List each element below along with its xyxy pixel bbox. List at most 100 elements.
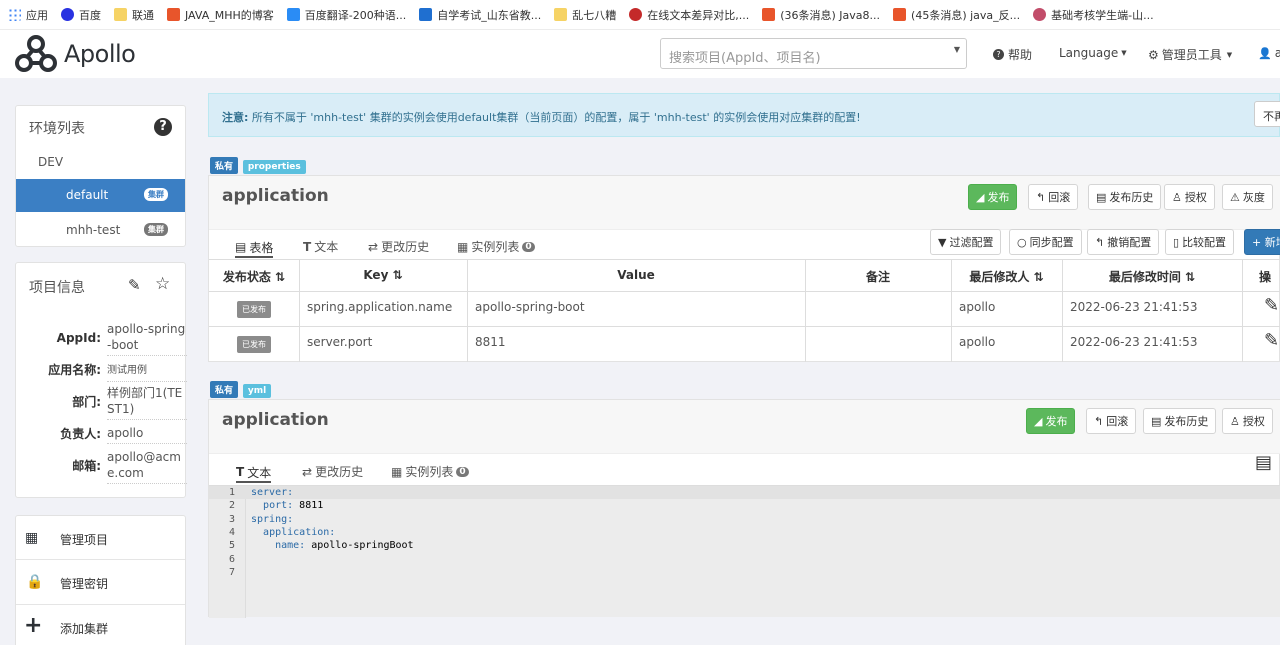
sort-icon: ⇅ xyxy=(1033,270,1044,284)
bookmark-student[interactable]: 基础考核学生端-山... xyxy=(1033,7,1154,23)
gray-release-button[interactable]: ⚠ 灰度 xyxy=(1222,184,1273,210)
tab-history[interactable]: ⇄ 更改历史 xyxy=(368,238,429,255)
private-tag: 私有 xyxy=(210,157,239,174)
sync-config-button[interactable]: ○ 同步配置 xyxy=(1009,229,1082,255)
star-icon[interactable]: ☆ xyxy=(155,274,170,294)
authorize-button[interactable]: ♙ 授权 xyxy=(1222,408,1273,434)
manage-project-item[interactable]: ▦ 管理项目 xyxy=(16,516,185,560)
line-number: 7 xyxy=(228,566,235,578)
swap-icon: ⇄ xyxy=(302,464,313,479)
row-key: spring.application.name xyxy=(307,300,453,314)
tab-table[interactable]: ▤ 表格 xyxy=(235,238,274,258)
line-number: 5 xyxy=(228,540,235,552)
release-history-button[interactable]: ▤ 发布历史 xyxy=(1088,184,1162,210)
bookmark-diff[interactable]: 在线文本差异对比,... xyxy=(629,7,749,23)
private-tag: 私有 xyxy=(210,381,239,398)
baidu-paw-icon xyxy=(61,8,74,21)
cluster-notice: 注意: 所有不属于 'mhh-test' 集群的实例会使用default集群（当… xyxy=(208,93,1280,137)
csdn-icon xyxy=(167,8,180,21)
col-comment: 备注 xyxy=(865,270,890,284)
namespace-panel-yml: application ◢ 发布 ↰ 回滚 ▤ 发布历史 ♙ 授权 T 文本 ⇄ 更改历史 … xyxy=(208,399,1280,618)
line-number: 4 xyxy=(228,526,235,538)
text-icon: T xyxy=(303,239,312,254)
apollo-logo[interactable]: Apollo xyxy=(14,33,136,75)
project-info-panel: 项目信息 ✎ ☆ AppId: apollo-spring-boot 应用名称:… xyxy=(15,262,187,498)
email-label: 邮箱: xyxy=(72,459,101,473)
send-icon: ◢ xyxy=(976,190,985,204)
bookmark-translate[interactable]: 百度翻译-200种语... xyxy=(286,7,406,23)
help-link[interactable]: ? 帮助 xyxy=(993,46,1032,63)
admin-tools-dropdown[interactable]: ⚙ 管理员工具 ▼ xyxy=(1148,46,1232,63)
add-config-button[interactable]: + 新增 xyxy=(1244,229,1280,255)
row-modifier: apollo xyxy=(959,300,996,314)
publish-button[interactable]: ◢ 发布 xyxy=(968,184,1018,210)
edge-e-icon xyxy=(419,8,433,21)
diff-icon xyxy=(629,8,643,21)
bookmark-baidu[interactable]: 百度 xyxy=(61,7,101,23)
send-icon: ◢ xyxy=(1034,414,1043,428)
bookmark-apps[interactable]: 应用 xyxy=(8,7,48,23)
bookmark-misc-folder[interactable]: 乱七八糟 xyxy=(554,7,616,23)
tab-text[interactable]: T 文本 xyxy=(303,238,338,255)
env-dev[interactable]: DEV xyxy=(38,155,63,169)
filter-config-button[interactable]: ▼ 过滤配置 xyxy=(930,229,1002,255)
code-line: port: 8811 xyxy=(263,500,324,512)
project-search-select[interactable]: 搜索项目(AppId、项目名) ▼ xyxy=(660,38,967,69)
bookmark-java8[interactable]: (36条消息) Java8... xyxy=(762,7,880,23)
authorize-button[interactable]: ♙ 授权 xyxy=(1164,184,1215,210)
user-menu[interactable]: 👤 a xyxy=(1258,46,1280,60)
col-status[interactable]: 发布状态 ⇅ xyxy=(209,268,299,285)
line-number: 1 xyxy=(228,487,235,498)
env-list-title: 环境列表 xyxy=(29,121,85,137)
compare-config-button[interactable]: ▯ 比较配置 xyxy=(1165,229,1235,255)
yaml-editor[interactable]: 1 server: 2 port: 8811 3 spring: 4 applicatio… xyxy=(209,485,1280,618)
cluster-item-default[interactable]: default 集群 xyxy=(16,179,185,212)
folder-icon xyxy=(114,8,127,21)
bookmark-exam[interactable]: 自学考试_山东省教... xyxy=(419,7,541,23)
revoke-config-button[interactable]: ↰ 撤销配置 xyxy=(1087,229,1160,255)
code-line: spring: xyxy=(251,513,294,525)
dismiss-notice-button[interactable]: 不再 xyxy=(1254,101,1280,127)
sort-icon: ⇅ xyxy=(1185,270,1196,284)
rollback-button[interactable]: ↰ 回滚 xyxy=(1028,184,1079,210)
owner-label: 负责人: xyxy=(60,427,101,441)
edit-icon[interactable]: ✎ xyxy=(128,276,141,294)
app-name-value: 测试用例 xyxy=(107,363,187,382)
filter-icon: ▼ xyxy=(938,235,947,249)
line-number: 2 xyxy=(228,500,235,512)
plus-icon: + xyxy=(24,613,43,638)
department-value: 样例部门1(TEST1) xyxy=(107,385,187,420)
user-icon: ♙ xyxy=(1172,190,1182,204)
copy-text-icon[interactable]: ▤ xyxy=(1255,452,1272,473)
cluster-item-mhh-test[interactable]: mhh-test 集群 xyxy=(16,212,185,245)
code-line: application: xyxy=(263,526,336,538)
bookmarks-bar: 应用 百度 联通 JAVA_MHH的博客 百度翻译-200种语... 自学考试_… xyxy=(0,0,1280,30)
namespace-title: application xyxy=(222,410,329,430)
rollback-button[interactable]: ↰ 回滚 xyxy=(1086,408,1137,434)
col-key[interactable]: Key ⇅ xyxy=(299,268,467,282)
release-history-button[interactable]: ▤ 发布历史 xyxy=(1143,408,1217,434)
tab-instances[interactable]: ▦ 实例列表 0 xyxy=(391,463,469,480)
publish-button[interactable]: ◢ 发布 xyxy=(1026,408,1076,434)
gear-icon: ⚙ xyxy=(1148,47,1159,62)
instance-count-badge: 0 xyxy=(522,241,535,252)
language-dropdown[interactable]: Language ▼ xyxy=(1059,46,1127,60)
col-modifier[interactable]: 最后修改人 ⇅ xyxy=(951,268,1062,285)
tab-instances[interactable]: ▦ 实例列表 0 xyxy=(457,238,535,255)
csdn-icon xyxy=(762,8,776,21)
col-time[interactable]: 最后修改时间 ⇅ xyxy=(1062,268,1242,285)
edit-icon[interactable]: ✎ xyxy=(1264,295,1279,316)
ns2-tags: 私有 yml xyxy=(210,381,272,398)
appid-label: AppId: xyxy=(56,331,101,345)
bookmark-csdn[interactable]: JAVA_MHH的博客 xyxy=(167,7,274,23)
bookmark-folder[interactable]: 联通 xyxy=(114,7,154,23)
bookmark-java-reflect[interactable]: (45条消息) java_反... xyxy=(893,7,1020,23)
question-circle-icon[interactable]: ? xyxy=(154,118,172,136)
tab-history[interactable]: ⇄ 更改历史 xyxy=(302,463,363,480)
manage-secret-item[interactable]: 🔒 管理密钥 xyxy=(16,560,185,605)
tab-text[interactable]: T 文本 xyxy=(236,463,272,483)
edit-icon[interactable]: ✎ xyxy=(1264,330,1279,351)
status-badge: 已发布 xyxy=(237,301,271,318)
namespace-title: application xyxy=(222,186,329,206)
add-cluster-item[interactable]: + 添加集群 xyxy=(16,605,185,645)
